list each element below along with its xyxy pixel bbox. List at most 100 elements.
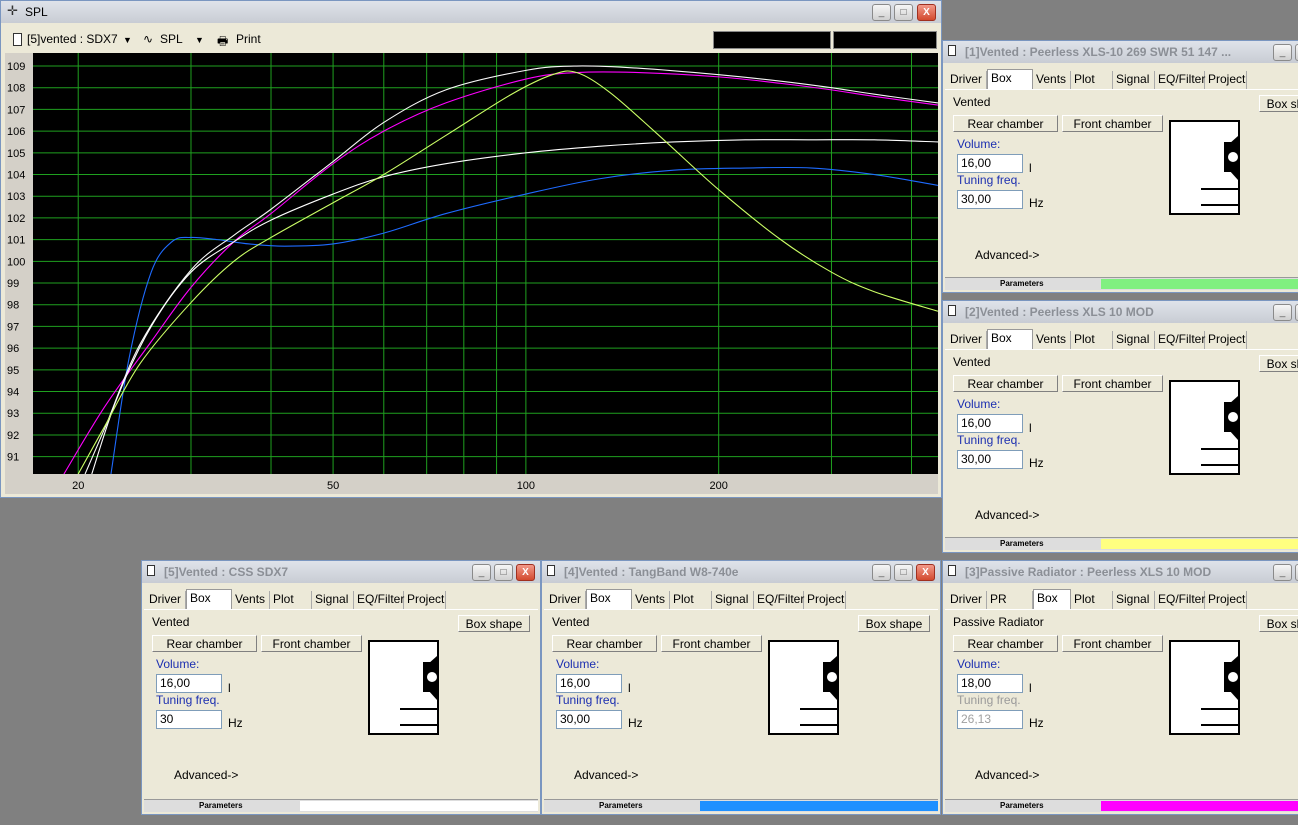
rear-chamber-button[interactable]: Rear chamber xyxy=(953,115,1058,132)
advanced-link[interactable]: Advanced-> xyxy=(174,768,238,782)
tab-pr[interactable]: PR xyxy=(987,591,1033,609)
tab-eqfilter[interactable]: EQ/Filter xyxy=(1155,331,1205,349)
parameters-label: Parameters xyxy=(1000,801,1044,810)
tab-plot[interactable]: Plot xyxy=(1071,331,1113,349)
minimize-button[interactable]: _ xyxy=(1273,44,1292,61)
front-chamber-button[interactable]: Front chamber xyxy=(1062,375,1163,392)
chevron-down-icon[interactable]: ▼ xyxy=(123,35,132,45)
tuning-freq-input[interactable]: 30,00 xyxy=(556,710,622,729)
box-window[interactable]: [4]Vented : TangBand W8-740e _ □ X Drive… xyxy=(541,560,941,815)
parameters-bar[interactable]: Parameters xyxy=(945,537,1298,550)
tab-vents[interactable]: Vents xyxy=(632,591,670,609)
maximize-button[interactable]: □ xyxy=(894,4,913,21)
box-window-titlebar[interactable]: [5]Vented : CSS SDX7 _ □ X xyxy=(142,561,540,583)
tab-vents[interactable]: Vents xyxy=(1033,71,1071,89)
volume-input[interactable]: 18,00 xyxy=(957,674,1023,693)
tab-vents[interactable]: Vents xyxy=(232,591,270,609)
parameters-bar[interactable]: Parameters xyxy=(144,799,538,812)
rear-chamber-button[interactable]: Rear chamber xyxy=(152,635,257,652)
plot-select[interactable]: SPL xyxy=(160,32,183,46)
tab-driver[interactable]: Driver xyxy=(947,331,987,349)
box-shape-button[interactable]: Box shape xyxy=(458,615,530,632)
chevron-down-icon[interactable]: ▼ xyxy=(195,35,204,45)
tab-box[interactable]: Box xyxy=(1033,589,1071,609)
close-button[interactable]: X xyxy=(916,564,935,581)
box-window[interactable]: [1]Vented : Peerless XLS-10 269 SWR 51 1… xyxy=(942,40,1298,293)
box-window-titlebar[interactable]: [4]Vented : TangBand W8-740e _ □ X xyxy=(542,561,940,583)
tab-project[interactable]: Project xyxy=(404,591,446,609)
tab-plot[interactable]: Plot xyxy=(1071,591,1113,609)
tab-driver[interactable]: Driver xyxy=(947,71,987,89)
box-window[interactable]: [3]Passive Radiator : Peerless XLS 10 MO… xyxy=(942,560,1298,815)
box-shape-button[interactable]: Box shape xyxy=(1259,615,1298,632)
tab-driver[interactable]: Driver xyxy=(546,591,586,609)
tab-eqfilter[interactable]: EQ/Filter xyxy=(1155,591,1205,609)
maximize-button[interactable]: □ xyxy=(494,564,513,581)
tab-project[interactable]: Project xyxy=(1205,71,1247,89)
tab-signal[interactable]: Signal xyxy=(312,591,354,609)
tab-signal[interactable]: Signal xyxy=(1113,591,1155,609)
box-window[interactable]: [2]Vented : Peerless XLS 10 MOD _ □ X Dr… xyxy=(942,300,1298,553)
tab-project[interactable]: Project xyxy=(1205,591,1247,609)
parameters-bar[interactable]: Parameters xyxy=(544,799,938,812)
front-chamber-button[interactable]: Front chamber xyxy=(261,635,362,652)
tab-signal[interactable]: Signal xyxy=(1113,71,1155,89)
box-window-titlebar[interactable]: [3]Passive Radiator : Peerless XLS 10 MO… xyxy=(943,561,1298,583)
tab-driver[interactable]: Driver xyxy=(146,591,186,609)
box-shape-button[interactable]: Box shape xyxy=(1259,95,1298,112)
spl-window[interactable]: ✛ SPL _ □ X [5]vented : SDX7 ▼ ∿ SPL ▼ 🖶… xyxy=(0,0,942,498)
tuning-freq-input[interactable]: 30,00 xyxy=(957,190,1023,209)
driver-select[interactable]: [5]vented : SDX7 xyxy=(27,32,118,46)
front-chamber-button[interactable]: Front chamber xyxy=(1062,115,1163,132)
minimize-button[interactable]: _ xyxy=(1273,564,1292,581)
advanced-link[interactable]: Advanced-> xyxy=(975,248,1039,262)
tab-eqfilter[interactable]: EQ/Filter xyxy=(1155,71,1205,89)
tab-signal[interactable]: Signal xyxy=(1113,331,1155,349)
box-shape-button[interactable]: Box shape xyxy=(1259,355,1298,372)
tuning-freq-input[interactable]: 30 xyxy=(156,710,222,729)
maximize-button[interactable]: □ xyxy=(894,564,913,581)
box-window[interactable]: [5]Vented : CSS SDX7 _ □ X Driver Box Vent… xyxy=(141,560,541,815)
parameters-bar[interactable]: Parameters xyxy=(945,799,1298,812)
volume-input[interactable]: 16,00 xyxy=(957,154,1023,173)
box-shape-button[interactable]: Box shape xyxy=(858,615,930,632)
advanced-link[interactable]: Advanced-> xyxy=(975,508,1039,522)
tab-plot[interactable]: Plot xyxy=(270,591,312,609)
front-chamber-button[interactable]: Front chamber xyxy=(661,635,762,652)
rear-chamber-button[interactable]: Rear chamber xyxy=(552,635,657,652)
tab-box[interactable]: Box xyxy=(586,589,632,609)
tab-box[interactable]: Box xyxy=(987,69,1033,89)
tab-signal[interactable]: Signal xyxy=(712,591,754,609)
tab-project[interactable]: Project xyxy=(1205,331,1247,349)
advanced-link[interactable]: Advanced-> xyxy=(574,768,638,782)
volume-input[interactable]: 16,00 xyxy=(156,674,222,693)
minimize-button[interactable]: _ xyxy=(472,564,491,581)
tab-eqfilter[interactable]: EQ/Filter xyxy=(754,591,804,609)
print-button[interactable]: Print xyxy=(236,32,261,46)
tab-box[interactable]: Box xyxy=(987,329,1033,349)
spl-titlebar[interactable]: ✛ SPL _ □ X xyxy=(1,1,941,23)
rear-chamber-button[interactable]: Rear chamber xyxy=(953,635,1058,652)
minimize-button[interactable]: _ xyxy=(872,4,891,21)
tab-vents[interactable]: Vents xyxy=(1033,331,1071,349)
minimize-button[interactable]: _ xyxy=(1273,304,1292,321)
rear-chamber-button[interactable]: Rear chamber xyxy=(953,375,1058,392)
close-button[interactable]: X xyxy=(917,4,936,21)
front-chamber-button[interactable]: Front chamber xyxy=(1062,635,1163,652)
tab-project[interactable]: Project xyxy=(804,591,846,609)
tab-eqfilter[interactable]: EQ/Filter xyxy=(354,591,404,609)
minimize-button[interactable]: _ xyxy=(872,564,891,581)
tab-plot[interactable]: Plot xyxy=(670,591,712,609)
tab-box[interactable]: Box xyxy=(186,589,232,609)
box-window-titlebar[interactable]: [1]Vented : Peerless XLS-10 269 SWR 51 1… xyxy=(943,41,1298,63)
tab-plot[interactable]: Plot xyxy=(1071,71,1113,89)
tuning-freq-input[interactable]: 30,00 xyxy=(957,450,1023,469)
advanced-link[interactable]: Advanced-> xyxy=(975,768,1039,782)
parameters-bar[interactable]: Parameters xyxy=(945,277,1298,290)
box-window-titlebar[interactable]: [2]Vented : Peerless XLS 10 MOD _ □ X xyxy=(943,301,1298,323)
tab-driver[interactable]: Driver xyxy=(947,591,987,609)
close-button[interactable]: X xyxy=(516,564,535,581)
speaker-icon xyxy=(948,565,956,576)
volume-input[interactable]: 16,00 xyxy=(556,674,622,693)
volume-input[interactable]: 16,00 xyxy=(957,414,1023,433)
